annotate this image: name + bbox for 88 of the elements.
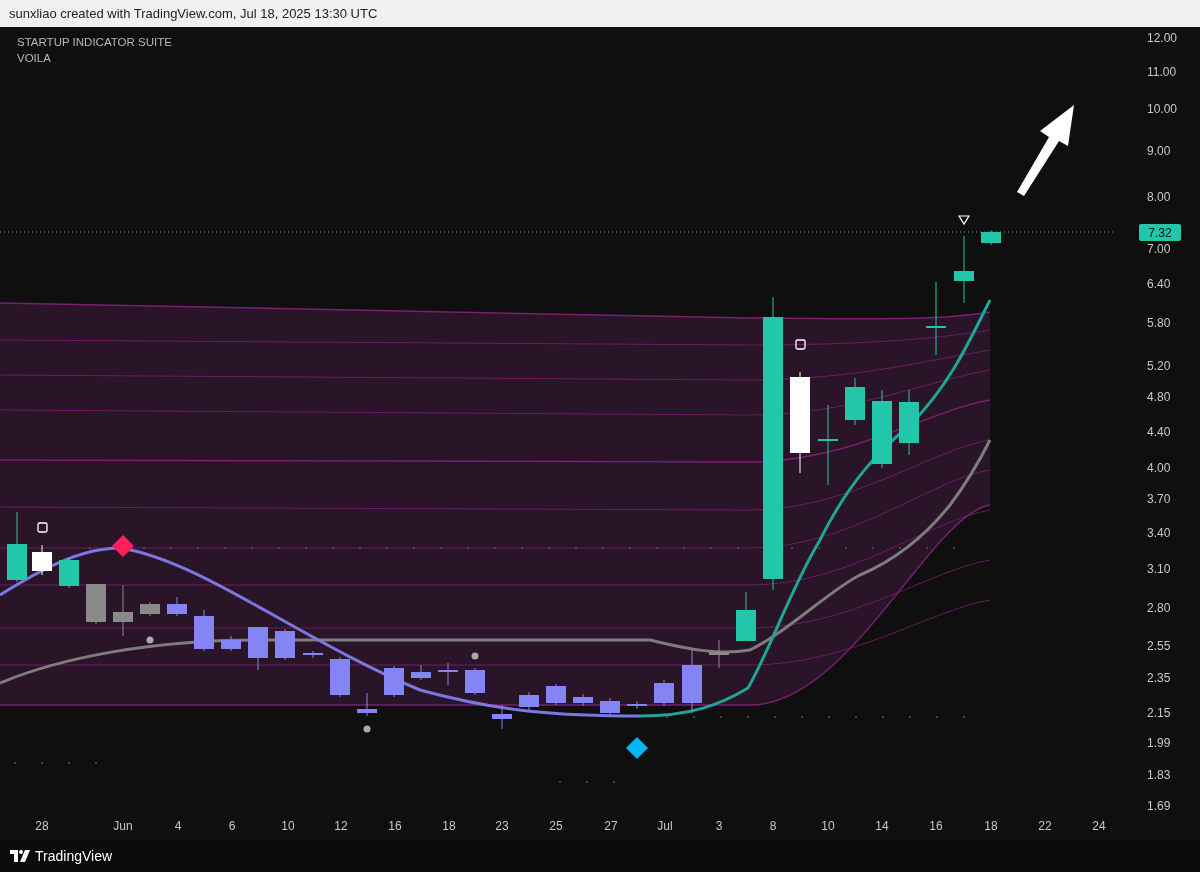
candlestick (248, 626, 268, 671)
candlestick (86, 583, 106, 625)
time-axis-label: Jul (657, 819, 673, 833)
time-axis-label: 24 (1092, 819, 1106, 833)
candlestick (627, 700, 647, 710)
price-axis-label: 3.10 (1147, 562, 1171, 576)
time-axis-label: 4 (174, 819, 182, 833)
time-axis-label: 10 (281, 819, 295, 833)
time-axis-label: 18 (984, 819, 998, 833)
indicator-label: STARTUP INDICATOR SUITE (17, 36, 172, 48)
price-axis-label: 2.80 (1147, 601, 1171, 615)
candlestick (303, 650, 323, 659)
price-axis-label: 11.00 (1147, 65, 1177, 79)
candlestick (465, 667, 485, 696)
diamond-marker (626, 737, 648, 759)
candlestick (167, 596, 187, 617)
time-axis-label: Jun (113, 819, 133, 833)
candlestick (573, 693, 593, 707)
diamond-marker (112, 535, 134, 557)
candlestick (899, 389, 919, 456)
candlestick (954, 235, 974, 304)
current-price-badge: 7.32 (1139, 224, 1181, 241)
candlestick (275, 628, 295, 661)
candlestick (519, 691, 539, 711)
candlestick (140, 601, 160, 617)
indicator-label: VOILA (17, 52, 51, 64)
candlestick (600, 697, 620, 716)
price-axis-label: 1.83 (1147, 768, 1171, 782)
time-axis-label: 22 (1038, 819, 1052, 833)
candlestick (7, 511, 27, 583)
price-axis-label: 5.20 (1147, 359, 1171, 373)
price-axis-label: 12.00 (1147, 31, 1178, 45)
candlestick (845, 377, 865, 426)
candlestick (438, 662, 458, 686)
candlestick (384, 665, 404, 698)
time-axis-label: 18 (442, 819, 456, 833)
price-axis-label: 4.80 (1147, 390, 1171, 404)
time-axis-label: 12 (334, 819, 348, 833)
time-axis-label: 6 (228, 819, 236, 833)
candlestick (654, 679, 674, 707)
candlestick (709, 639, 729, 669)
price-axis-label: 2.15 (1147, 706, 1171, 720)
time-axis-label: 3 (715, 819, 723, 833)
price-axis-label: 2.35 (1147, 671, 1171, 685)
dot-marker (146, 636, 154, 644)
candlestick (113, 584, 133, 637)
price-axis-label: 2.55 (1147, 639, 1171, 653)
time-axis-label: 23 (495, 819, 509, 833)
price-axis-label: 5.80 (1147, 316, 1171, 330)
square-marker (37, 522, 48, 533)
price-axis-label: 3.40 (1147, 526, 1171, 540)
candlestick (981, 229, 1001, 246)
price-axis-label: 1.69 (1147, 799, 1171, 813)
time-axis-label: 16 (388, 819, 402, 833)
time-axis-label: 16 (929, 819, 943, 833)
attribution-text: sunxliao created with TradingView.com, Jul 18, 2025 13:30 UTC (0, 0, 1200, 27)
price-axis-label: 10.00 (1147, 102, 1178, 116)
candlestick (736, 591, 756, 642)
time-axis-label: 10 (821, 819, 835, 833)
candlestick (221, 635, 241, 652)
price-axis-label: 9.00 (1147, 144, 1171, 158)
price-axis-label: 4.40 (1147, 425, 1171, 439)
candlestick (682, 649, 702, 714)
time-axis-label: 28 (35, 819, 49, 833)
triangle-marker (957, 215, 971, 226)
price-axis-label: 3.70 (1147, 492, 1171, 506)
price-axis-label: 4.00 (1147, 461, 1171, 475)
dot-marker (363, 725, 371, 733)
candlestick (194, 609, 214, 652)
square-marker (795, 339, 806, 350)
price-axis-label: 8.00 (1147, 190, 1171, 204)
time-axis-label: 14 (875, 819, 889, 833)
candlestick (492, 704, 512, 730)
candlestick (32, 544, 52, 576)
price-axis-label: 6.40 (1147, 277, 1171, 291)
candlestick (330, 656, 350, 698)
brand-name: TradingView (35, 848, 113, 864)
time-axis-label: 8 (769, 819, 777, 833)
logo-icon (10, 850, 30, 862)
price-axis-label: 1.99 (1147, 736, 1171, 750)
price-axis-label: 7.00 (1147, 242, 1171, 256)
time-axis-label: 27 (604, 819, 618, 833)
candlestick (357, 692, 377, 717)
candlestick (411, 664, 431, 681)
candlestick (59, 557, 79, 589)
time-axis-label: 25 (549, 819, 563, 833)
dot-marker (471, 652, 479, 660)
candlestick (546, 683, 566, 706)
